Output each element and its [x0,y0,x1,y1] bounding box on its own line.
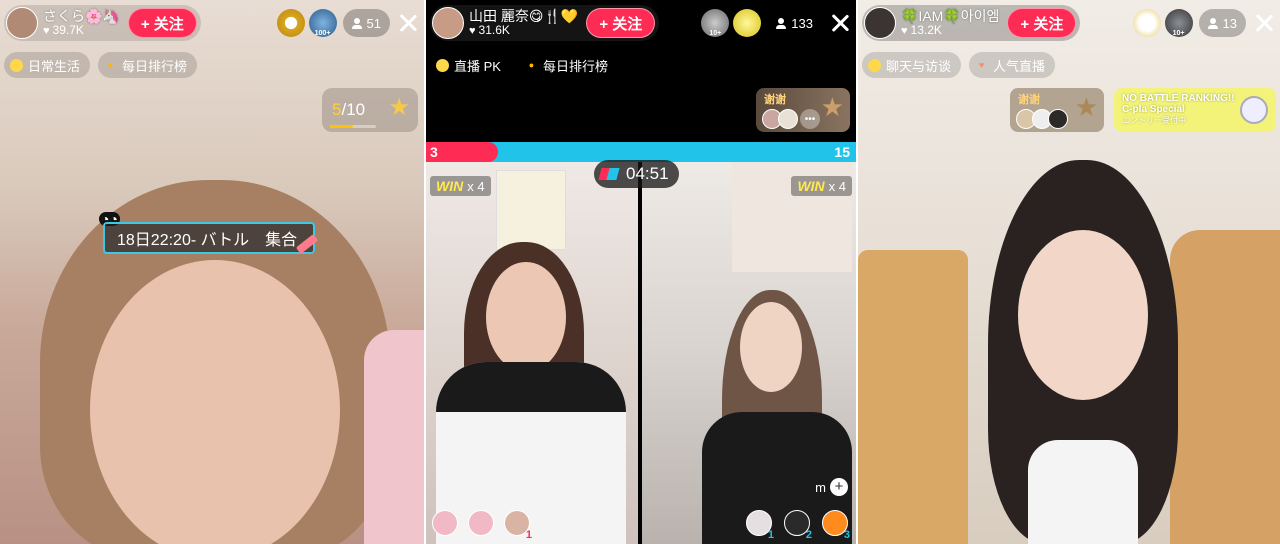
win-streak-left: WIN x 4 [430,176,491,196]
thanks-label: 谢谢 [1018,94,1040,106]
background-object [364,330,424,544]
follow-button[interactable]: + 关注 [586,8,656,38]
live-panel-2[interactable]: 山田 麗奈😋🍴💛 ♥ 31.6K + 关注 10+ 133 直播 PK ● 每日排行… [426,0,856,544]
host-name: 山田 麗奈😋🍴💛 [469,8,579,25]
crest-badge-icon[interactable] [276,9,305,37]
lightning-badge-icon[interactable] [733,9,762,37]
pk-score-bar: 3 15 [426,142,856,162]
person-icon [351,17,362,29]
viewer-count[interactable]: 133 [767,9,822,37]
heart-icon: ♥ [469,24,476,37]
viewer-count[interactable]: 13 [1198,9,1246,37]
streamer-face [486,262,566,372]
tag-daily-ranking[interactable]: ● 每日排行榜 [98,52,198,78]
supporter-avatar[interactable] [778,109,798,129]
guest-seat-icon[interactable] [432,510,458,536]
host-avatar[interactable] [432,7,464,39]
tag-live-pk[interactable]: 直播 PK [430,52,511,78]
tag-daily-life[interactable]: 日常生活 [4,52,91,78]
thanks-label: 谢谢 [764,94,786,106]
pk-camera-right[interactable]: WIN x 4 m + 1 2 3 [642,162,856,544]
background-chair [858,250,968,544]
follow-button[interactable]: + 关注 [127,8,197,38]
supporter-avatar[interactable]: 2 [784,510,812,541]
tag-daily-ranking[interactable]: ● 每日排行榜 [519,52,618,78]
event-sticker: 18日22:20- バトル 集合 [103,222,316,254]
like-count: 31.6K [478,23,510,38]
sun-icon [868,58,881,72]
streamer-face [90,260,340,544]
vs-icon [600,167,618,181]
follow-button[interactable]: + 关注 [1007,8,1077,38]
viewer-count[interactable]: 51 [342,9,390,37]
pk-score-right: 15 [834,144,850,160]
mic-badge-icon[interactable]: 10+ [701,9,730,37]
streamer-shirt-trim [436,362,626,412]
star-icon: ★ [388,94,410,121]
battle-ranking-card[interactable]: NO BATTLE RANKING!! C-pla Special エントリー受… [1114,88,1276,132]
heart-icon: ♥ [901,24,908,37]
live-panel-1[interactable]: さくら🌸🦄 ♥ 39.7K + 关注 100+ 51 日常生活 ● 每日排行榜 5/… [0,0,424,544]
pk-score-left: 3 [430,144,438,160]
goal-progress-bar [330,125,376,128]
heart-icon: ♥ [43,24,50,37]
host-avatar[interactable] [6,7,38,39]
host-info[interactable]: 🍀IAM🍀아이엠 ♥ 13.2K + 关注 [862,5,1081,41]
sun-icon [10,58,23,72]
supporter-avatar[interactable]: 3 [822,510,850,541]
planet-icon [1240,96,1268,124]
plus-icon[interactable]: + [830,478,848,496]
wall-poster [496,170,566,250]
more-icon[interactable]: ••• [800,109,820,129]
flame-icon: ● [528,60,535,70]
goal-progress-fill [330,125,353,128]
host-info[interactable]: 山田 麗奈😋🍴💛 ♥ 31.6K + 关注 [430,5,660,41]
tag-chat-interview[interactable]: 聊天与访谈 [862,52,962,78]
close-icon[interactable] [1252,11,1276,35]
flame-icon: ● [107,60,114,70]
tag-popular-live[interactable]: ♥ 人气直播 [969,52,1056,78]
close-icon[interactable] [828,11,852,35]
supporter-avatar[interactable] [1048,109,1068,129]
person-icon [1207,17,1218,29]
pk-camera-left[interactable]: WIN x 4 1 [426,162,638,544]
guest-seat-icon[interactable] [468,510,494,536]
star-icon: ★ [820,92,844,122]
background-chair [1170,230,1280,544]
supporter-avatar[interactable]: 1 [746,510,774,541]
star-icon: ★ [1074,92,1098,122]
streamer-face [1018,230,1148,400]
like-count: 39.7K [52,23,84,38]
photo-badge-icon[interactable]: 10+ [1164,9,1193,37]
comment-tag: m [815,480,826,495]
host-name: 🍀IAM🍀아이엠 [901,8,1000,25]
globe-badge-icon[interactable]: 100+ [308,9,337,37]
supporter-avatar[interactable]: 1 [504,510,532,541]
like-count: 13.2K [910,23,942,38]
thanks-card[interactable]: 谢谢 ★ [1010,88,1104,132]
streamer-shirt [1028,440,1138,544]
streamer-face [740,302,802,392]
host-avatar[interactable] [864,7,896,39]
host-info[interactable]: さくら🌸🦄 ♥ 39.7K + 关注 [4,5,201,41]
gift-goal[interactable]: 5/10 ★ [322,88,418,132]
win-streak-right: WIN x 4 [791,176,852,196]
live-panel-3[interactable]: 🍀IAM🍀아이엠 ♥ 13.2K + 关注 10+ 13 聊天与访谈 ♥ 人气直播 … [858,0,1280,544]
close-icon[interactable] [396,11,420,35]
cat-badge-icon[interactable] [1132,9,1161,37]
person-icon [776,17,787,29]
thanks-card[interactable]: 谢谢 ★ ••• [756,88,850,132]
heart-icon: ♥ [978,60,985,70]
host-name: さくら🌸🦄 [43,8,120,25]
goal-total: /10 [341,100,366,119]
pk-timer: 04:51 [594,160,679,188]
sun-icon [436,58,449,72]
